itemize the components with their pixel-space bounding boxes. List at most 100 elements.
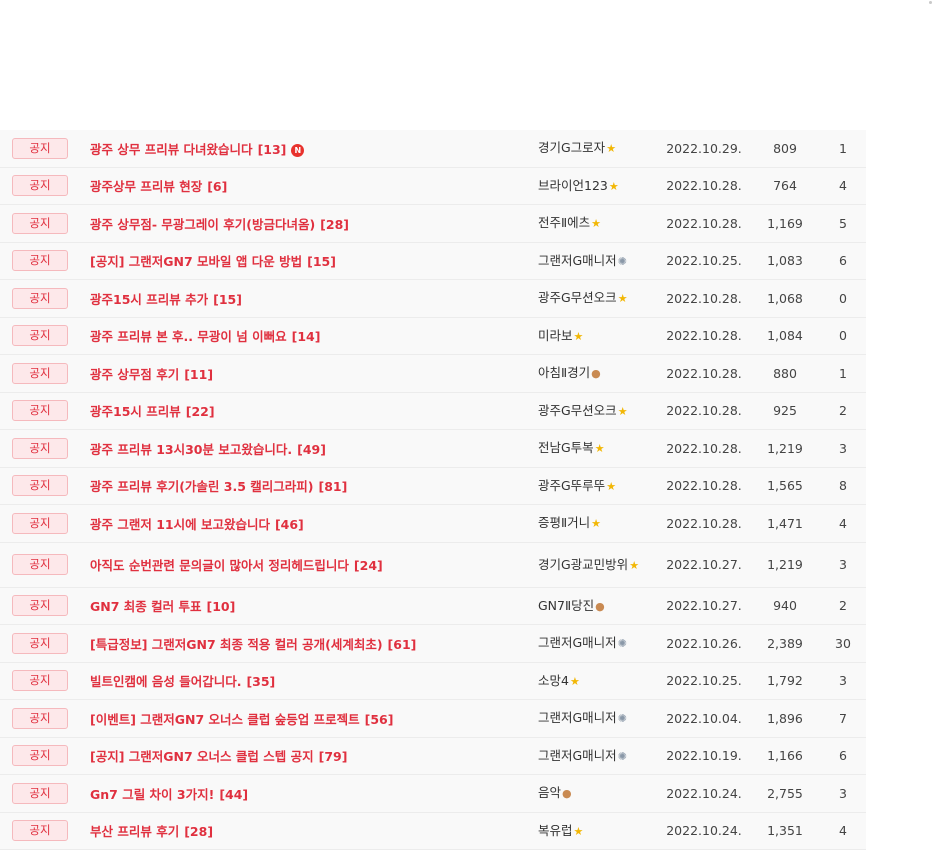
post-title-link[interactable]: 광주15시 프리뷰 [22] <box>90 404 215 419</box>
comment-count[interactable]: [61] <box>388 637 417 652</box>
post-title: 광주 프리뷰 후기(가솔린 3.5 캘리그라피) <box>90 479 313 494</box>
gear-icon: ✺ <box>618 748 627 765</box>
author-name[interactable]: 미라보 <box>538 328 573 343</box>
notice-badge: 공지 <box>12 250 68 271</box>
view-count: 925 <box>750 403 820 418</box>
notice-badge: 공지 <box>12 670 68 691</box>
list-item: 공지 광주 프리뷰 13시30분 보고왔습니다.[49] 전남G투복★ 2022… <box>0 430 866 468</box>
author-name[interactable]: 전남G투복 <box>538 440 594 455</box>
comment-count[interactable]: [15] <box>307 254 336 269</box>
post-title: 광주 프리뷰 13시30분 보고왔습니다. <box>90 442 292 457</box>
gear-icon: ✺ <box>618 253 627 270</box>
star-icon: ★ <box>609 178 619 195</box>
like-count: 3 <box>820 441 866 456</box>
comment-count[interactable]: [10] <box>206 599 235 614</box>
comment-count[interactable]: [24] <box>354 558 383 573</box>
author-name[interactable]: 광주G무션오크 <box>538 403 617 418</box>
list-item: 공지 광주 상무점- 무광그레이 후기(방금다녀옴)[28] 전주Ⅱ에츠★ 20… <box>0 205 866 243</box>
post-title-link[interactable]: 광주 상무점 후기[11] <box>90 367 213 382</box>
like-count: 4 <box>820 516 866 531</box>
post-title-link[interactable]: GN7 최종 컬러 투표[10] <box>90 599 235 614</box>
view-count: 1,166 <box>750 748 820 763</box>
comment-count[interactable]: [28] <box>320 217 349 232</box>
comment-count[interactable]: [14] <box>292 329 321 344</box>
post-title: 광주 프리뷰 본 후.. 무광이 넘 이뻐요 <box>90 329 287 344</box>
post-title-link[interactable]: [특급정보] 그랜저GN7 최종 적용 컬러 공개(세계최초)[61] <box>90 637 416 652</box>
author-name[interactable]: 경기G광교민방위 <box>538 557 628 572</box>
view-count: 2,389 <box>750 636 820 651</box>
author-name[interactable]: 음악 <box>538 785 561 800</box>
author-name[interactable]: 소망4 <box>538 673 569 688</box>
post-title-link[interactable]: 빌트인캠에 음성 들어갑니다.[35] <box>90 674 275 689</box>
author-name[interactable]: 그랜저G매니저 <box>538 635 617 650</box>
post-title-link[interactable]: Gn7 그릴 차이 3가지![44] <box>90 787 248 802</box>
view-count: 1,068 <box>750 291 820 306</box>
post-title-link[interactable]: 광주 상무점- 무광그레이 후기(방금다녀옴) [28] <box>90 217 349 232</box>
list-item: 공지 빌트인캠에 음성 들어갑니다.[35] 소망4★ 2022.10.25. … <box>0 663 866 701</box>
post-title-link[interactable]: 광주 프리뷰 13시30분 보고왔습니다. [49] <box>90 442 326 457</box>
post-title-link[interactable]: [이벤트] 그랜저GN7 오너스 클럽 숲등업 프로젝트 [56] <box>90 712 393 727</box>
list-item: 공지 GN7 최종 컬러 투표[10] GN7Ⅱ당진● 2022.10.27. … <box>0 588 866 626</box>
star-icon: ★ <box>591 515 601 532</box>
post-title-link[interactable]: 광주상무 프리뷰 현장[6] <box>90 179 227 194</box>
star-icon: ★ <box>606 140 616 157</box>
notice-badge: 공지 <box>12 745 68 766</box>
comment-count[interactable]: [28] <box>184 824 213 839</box>
post-title-link[interactable]: [공지] 그랜저GN7 모바일 앱 다운 방법[15] <box>90 254 336 269</box>
author-name[interactable]: 광주G무션오크 <box>538 290 617 305</box>
post-title-link[interactable]: 아직도 순번관련 문의글이 많아서 정리헤드립니다[24] <box>90 558 383 573</box>
post-title: [공지] 그랜저GN7 오너스 클럽 스텝 공지 <box>90 749 314 764</box>
post-title-link[interactable]: 부산 프리뷰 후기[28] <box>90 824 213 839</box>
star-icon: ★ <box>606 478 616 495</box>
post-date: 2022.10.24. <box>658 823 750 838</box>
like-count: 6 <box>820 748 866 763</box>
post-date: 2022.10.28. <box>658 441 750 456</box>
comment-count[interactable]: [46] <box>275 517 304 532</box>
star-icon: ★ <box>595 440 605 457</box>
comment-count[interactable]: [22] <box>186 404 215 419</box>
comment-count[interactable]: [15] <box>213 292 242 307</box>
author-name[interactable]: 증평Ⅱ거니 <box>538 515 590 530</box>
author-name[interactable]: 그랜저G매니저 <box>538 253 617 268</box>
post-title-link[interactable]: 광주 프리뷰 본 후.. 무광이 넘 이뻐요 [14] <box>90 329 320 344</box>
author-name[interactable]: 복유럽 <box>538 823 573 838</box>
post-title: 광주15시 프리뷰 <box>90 404 181 419</box>
comment-count[interactable]: [49] <box>297 442 326 457</box>
notice-badge: 공지 <box>12 363 68 384</box>
comment-count[interactable]: [35] <box>246 674 275 689</box>
post-title-link[interactable]: [공지] 그랜저GN7 오너스 클럽 스텝 공지 [79] <box>90 749 347 764</box>
author-name[interactable]: 그랜저G매니저 <box>538 710 617 725</box>
post-title-link[interactable]: 광주 프리뷰 후기(가솔린 3.5 캘리그라피) [81] <box>90 479 347 494</box>
post-date: 2022.10.26. <box>658 636 750 651</box>
post-title-link[interactable]: 광주 그랜저 11시에 보고왔습니다[46] <box>90 517 304 532</box>
author-name[interactable]: 전주Ⅱ에츠 <box>538 215 590 230</box>
comment-count[interactable]: [11] <box>184 367 213 382</box>
notice-badge: 공지 <box>12 820 68 841</box>
notice-badge: 공지 <box>12 595 68 616</box>
post-title-link[interactable]: 광주 상무 프리뷰 다녀왔습니다[13] <box>90 142 286 157</box>
author-name[interactable]: GN7Ⅱ당진 <box>538 598 594 613</box>
star-icon: ★ <box>591 215 601 232</box>
author-name[interactable]: 그랜저G매니저 <box>538 748 617 763</box>
gear-icon: ✺ <box>618 710 627 727</box>
comment-count[interactable]: [6] <box>207 179 227 194</box>
like-count: 1 <box>820 141 866 156</box>
comment-count[interactable]: [79] <box>319 749 348 764</box>
star-icon: ★ <box>618 403 628 420</box>
author-name[interactable]: 경기G그로자 <box>538 140 605 155</box>
comment-count[interactable]: [56] <box>365 712 394 727</box>
post-title: 광주 상무점- 무광그레이 후기(방금다녀옴) <box>90 217 315 232</box>
list-item: 공지 광주 상무점 후기[11] 아침Ⅱ경기● 2022.10.28. 880 … <box>0 355 866 393</box>
author-name[interactable]: 브라이언123 <box>538 178 608 193</box>
comment-count[interactable]: [13] <box>258 142 287 157</box>
post-title: [이벤트] 그랜저GN7 오너스 클럽 숲등업 프로젝트 <box>90 712 360 727</box>
comment-count[interactable]: [81] <box>318 479 347 494</box>
notice-badge: 공지 <box>12 325 68 346</box>
comment-count[interactable]: [44] <box>219 787 248 802</box>
view-count: 1,219 <box>750 441 820 456</box>
post-title-link[interactable]: 광주15시 프리뷰 추가[15] <box>90 292 242 307</box>
author-name[interactable]: 광주G뚜루뚜 <box>538 478 605 493</box>
new-post-icon: N <box>291 144 304 157</box>
post-date: 2022.10.28. <box>658 178 750 193</box>
author-name[interactable]: 아침Ⅱ경기 <box>538 365 590 380</box>
